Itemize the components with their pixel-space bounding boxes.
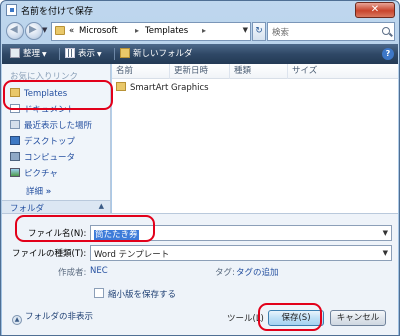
- save-thumbnail-label[interactable]: 縮小版を保存する: [108, 288, 176, 300]
- filename-field[interactable]: 筒たたき券 ▼: [90, 225, 392, 241]
- sidebar-item-label: 最近表示した場所: [24, 121, 93, 131]
- author-value[interactable]: NEC: [90, 266, 108, 276]
- organize-icon: [10, 48, 20, 58]
- sidebar-item-label: ドキュメント: [24, 105, 76, 115]
- back-arrow-icon: ◀: [10, 24, 18, 35]
- chevron-down-icon[interactable]: ▼: [383, 229, 388, 237]
- save-as-dialog: 名前を付けて保存 ✕ ◀ ▶ ▼ « Microsoft ▸ Templates…: [0, 0, 400, 336]
- new-folder-icon: [120, 48, 130, 58]
- hide-folders-label: フォルダの非表示: [25, 312, 94, 322]
- save-button[interactable]: 保存(S): [268, 310, 324, 326]
- file-list: 名前 更新日時 種類 サイズ SmartArt Graphics: [112, 64, 398, 213]
- refresh-icon: ↻: [255, 26, 263, 36]
- folder-icon: [10, 88, 20, 97]
- history-dropdown-icon[interactable]: ▼: [42, 26, 47, 34]
- address-dropdown-icon[interactable]: ▼: [243, 26, 248, 34]
- tags-value[interactable]: タグの追加: [236, 266, 279, 278]
- forward-arrow-icon: ▶: [29, 24, 37, 35]
- help-button[interactable]: ?: [382, 48, 394, 60]
- search-placeholder: 検索: [272, 28, 290, 38]
- search-icon[interactable]: [382, 27, 390, 35]
- close-button[interactable]: ✕: [355, 2, 395, 18]
- list-item[interactable]: SmartArt Graphics: [116, 82, 209, 95]
- organize-label: 整理: [23, 49, 41, 59]
- address-bar[interactable]: « Microsoft ▸ Templates ▸ ▼: [51, 22, 251, 41]
- chevron-up-icon: ▲: [98, 202, 104, 210]
- breadcrumb-separator-icon[interactable]: ▸: [135, 26, 139, 35]
- sidebar-item-desktop[interactable]: デスクトップ: [10, 135, 75, 149]
- hide-folders-button[interactable]: ▲ フォルダの非表示: [12, 310, 93, 325]
- views-icon: [65, 48, 75, 58]
- sidebar-item-computer[interactable]: コンピュータ: [10, 151, 75, 165]
- column-header-size[interactable]: サイズ: [288, 64, 346, 79]
- filetype-select[interactable]: Word テンプレート ▼: [90, 245, 392, 261]
- breadcrumb-templates[interactable]: Templates: [145, 26, 188, 36]
- organize-button[interactable]: 整理 ▼: [10, 47, 47, 61]
- breadcrumb-separator-icon[interactable]: ▸: [202, 26, 206, 35]
- list-item-name: SmartArt Graphics: [130, 83, 209, 93]
- sidebar-item-templates[interactable]: Templates: [10, 87, 67, 101]
- folder-icon: [55, 26, 65, 35]
- sidebar-item-documents[interactable]: ドキュメント: [10, 103, 75, 117]
- command-toolbar: 整理 ▼ 表示 ▼ 新しいフォルダ ?: [2, 44, 398, 64]
- cancel-button[interactable]: キャンセル: [330, 310, 386, 326]
- sidebar-item-label: ピクチャ: [24, 169, 58, 179]
- app-icon: [6, 4, 17, 16]
- breadcrumb-overflow[interactable]: «: [69, 26, 74, 36]
- sidebar-item-pictures[interactable]: ピクチャ: [10, 167, 58, 181]
- address-row: ◀ ▶ ▼ « Microsoft ▸ Templates ▸ ▼ ↻ 検索: [1, 20, 399, 44]
- favorite-links-header: お気に入りリンク: [10, 72, 79, 82]
- pictures-icon: [10, 168, 20, 177]
- author-label: 作成者:: [58, 268, 87, 278]
- filetype-value: Word テンプレート: [94, 250, 170, 260]
- chevron-down-icon: ▼: [97, 51, 102, 58]
- recent-places-icon: [10, 120, 20, 129]
- new-folder-button[interactable]: 新しいフォルダ: [120, 47, 193, 61]
- folders-toggle[interactable]: フォルダ ▲: [2, 200, 110, 214]
- navigation-pane: お気に入りリンク Templates ドキュメント 最近表示した場所 デスクトッ…: [2, 64, 111, 214]
- refresh-button[interactable]: ↻: [252, 22, 266, 41]
- filetype-label: ファイルの種類(T):: [12, 249, 87, 259]
- tools-label: ツール(L): [227, 314, 264, 324]
- tags-label: タグ:: [215, 268, 235, 278]
- filename-label: ファイル名(N):: [28, 229, 87, 239]
- search-input[interactable]: 検索: [267, 22, 395, 41]
- chevron-down-icon[interactable]: ▼: [383, 249, 388, 257]
- toolbar-divider: [59, 48, 60, 60]
- sidebar-item-label: デスクトップ: [24, 137, 76, 147]
- column-header-name[interactable]: 名前: [112, 64, 170, 79]
- filename-value[interactable]: 筒たたき券: [94, 230, 139, 240]
- computer-icon: [10, 152, 20, 161]
- sidebar-item-recent-places[interactable]: 最近表示した場所: [10, 119, 92, 133]
- views-label: 表示: [78, 49, 96, 59]
- desktop-icon: [10, 136, 20, 145]
- title-bar: 名前を付けて保存 ✕: [1, 1, 399, 19]
- views-button[interactable]: 表示 ▼: [65, 47, 102, 61]
- more-links-label: 詳細: [26, 187, 44, 197]
- column-header-type[interactable]: 種類: [230, 64, 288, 79]
- forward-button[interactable]: ▶: [25, 22, 43, 40]
- chevron-down-icon: ▼: [42, 51, 47, 58]
- documents-icon: [10, 104, 20, 113]
- sidebar-item-label: コンピュータ: [24, 153, 76, 163]
- column-header-modified[interactable]: 更新日時: [170, 64, 230, 79]
- double-chevron-icon: »: [45, 187, 52, 197]
- new-folder-label: 新しいフォルダ: [133, 49, 193, 59]
- chevron-up-icon: ▲: [12, 315, 22, 325]
- more-links-button[interactable]: 詳細 »: [26, 185, 51, 197]
- save-thumbnail-checkbox[interactable]: [94, 288, 104, 298]
- back-button[interactable]: ◀: [6, 22, 24, 40]
- sidebar-item-label: Templates: [24, 89, 68, 99]
- dialog-title: 名前を付けて保存: [21, 7, 94, 17]
- breadcrumb-microsoft[interactable]: Microsoft: [79, 26, 118, 36]
- save-form: ファイル名(N): 筒たたき券 ▼ ファイルの種類(T): Word テンプレー…: [2, 213, 398, 335]
- toolbar-divider: [114, 48, 115, 60]
- folder-icon: [116, 82, 126, 91]
